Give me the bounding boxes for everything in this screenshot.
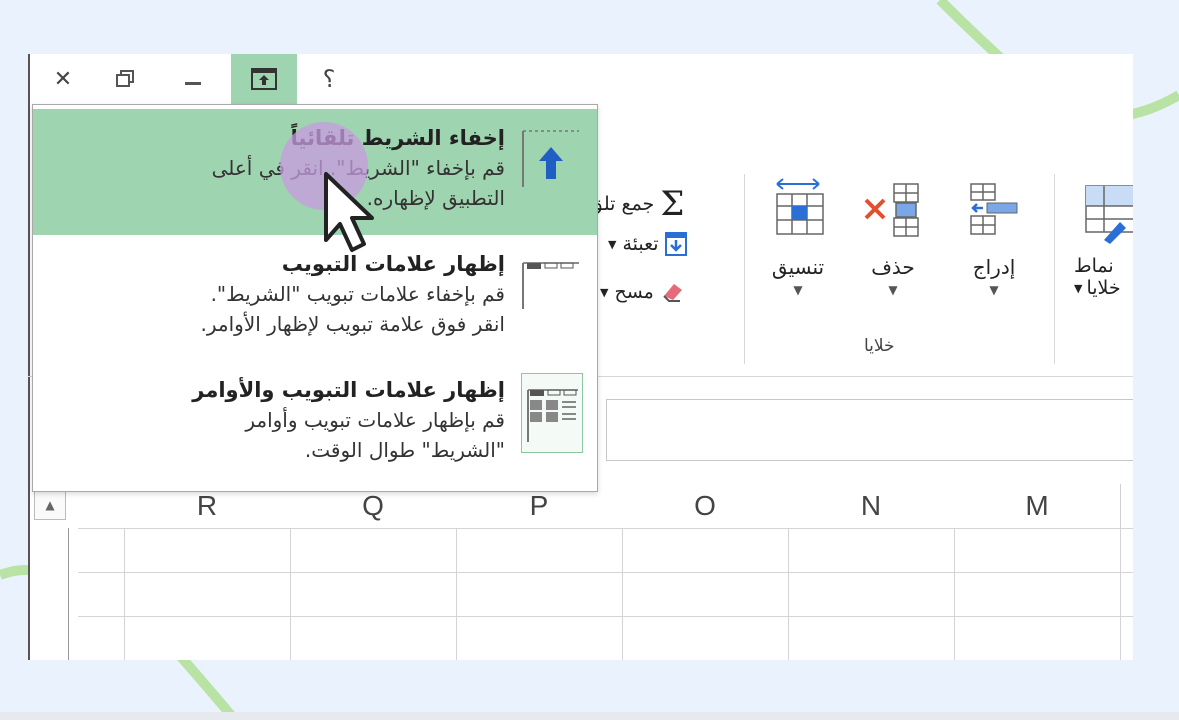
delete-cells-icon [864, 183, 919, 237]
menu-item-desc-line2: انقر فوق علامة تبويب لإظهار الأوامر. [200, 312, 506, 336]
cells-group-label: خلايا [864, 336, 895, 356]
grid-row-line [78, 616, 1133, 617]
fill-dropdown-icon: ▼ [608, 237, 617, 251]
sigma-icon: Σ [660, 184, 685, 224]
menu-item-text: إظهار علامات التبويب والأوامر قم بإظهار … [41, 375, 505, 465]
cell-styles-label-line1: نماط [1074, 255, 1114, 277]
help-icon: ؟ [322, 65, 336, 93]
menu-item-title: إظهار علامات التبويب [281, 252, 505, 276]
delete-dropdown-icon: ▼ [888, 283, 898, 297]
grid-row-line [78, 528, 1133, 529]
menu-item-desc-line1: قم بإخفاء "الشريط". انقر في أعلى [211, 156, 505, 180]
insert-cells-button[interactable]: إدراج ▼ [956, 178, 1032, 297]
format-label: تنسيق [771, 255, 825, 279]
format-cells-button[interactable]: تنسيق ▼ [756, 178, 840, 297]
format-cells-icon [776, 178, 824, 235]
title-bar: ✕ ؟ [28, 54, 1133, 104]
cell-styles-icon [1085, 185, 1133, 244]
grid-col-line [954, 528, 955, 660]
menu-item-text: إخفاء الشريط تلقائياً قم بإخفاء "الشريط"… [41, 123, 505, 213]
close-button[interactable]: ✕ [38, 54, 88, 104]
menu-item-title: إظهار علامات التبويب والأوامر [192, 378, 505, 402]
menu-item-desc-line1: قم بإخفاء علامات تبويب "الشريط". [210, 282, 505, 306]
column-header[interactable]: M [954, 484, 1121, 528]
grid-col-line [1120, 528, 1121, 660]
insert-dropdown-icon: ▼ [989, 283, 999, 297]
cell-styles-label-line2: خلايا [1086, 277, 1121, 299]
formula-bar[interactable] [606, 399, 1133, 461]
delete-label: حذف [871, 255, 915, 279]
restore-icon [116, 70, 134, 87]
scrollbar-track [68, 528, 69, 660]
column-header[interactable]: O [622, 484, 789, 528]
column-header[interactable]: N [788, 484, 955, 528]
minimize-button[interactable] [168, 54, 218, 104]
autosum-button[interactable]: Σ جمع تلق [588, 184, 684, 224]
mouse-cursor [276, 118, 386, 258]
row-header-border [124, 528, 125, 660]
clear-button[interactable]: مسح ▼ [600, 280, 686, 304]
group-separator [1054, 174, 1055, 364]
minimize-icon [185, 82, 201, 85]
bottom-strip [0, 712, 1179, 720]
scroll-up-button[interactable]: ▲ [34, 490, 66, 520]
fill-label: تعبئة [622, 233, 659, 255]
clear-label: مسح [614, 281, 654, 303]
format-dropdown-icon: ▼ [793, 283, 803, 297]
grid-col-line [788, 528, 789, 660]
fill-button[interactable]: تعبئة ▼ [608, 232, 687, 256]
insert-cells-icon [970, 183, 1018, 235]
menu-item-title: إخفاء الشريط تلقائياً [290, 126, 505, 150]
menu-item-text: إظهار علامات التبويب قم بإخفاء علامات تب… [41, 249, 506, 339]
ribbon-display-icon [251, 68, 277, 90]
eraser-icon [660, 280, 686, 304]
menu-item-desc-line2: التطبيق لإظهاره. [366, 186, 505, 210]
cell-styles-dropdown-icon: ▼ [1074, 281, 1083, 295]
insert-label: إدراج [972, 255, 1016, 279]
group-separator [744, 174, 745, 364]
close-icon: ✕ [53, 66, 73, 92]
delete-cells-button[interactable]: حذف ▼ [858, 178, 928, 297]
show-tabs-commands-icon [521, 373, 583, 453]
help-button[interactable]: ؟ [304, 54, 354, 104]
grid-row-line [78, 572, 1133, 573]
menu-item-show-tabs-and-commands[interactable]: إظهار علامات التبويب والأوامر قم بإظهار … [33, 365, 597, 485]
restore-button[interactable] [100, 54, 150, 104]
clear-dropdown-icon: ▼ [600, 285, 609, 299]
menu-item-desc-line1: قم بإظهار علامات تبويب وأوامر [245, 408, 505, 432]
cell-styles-button[interactable]: نماط ▼ خلايا [1074, 178, 1133, 299]
fill-down-icon [664, 232, 687, 256]
triangle-up-icon: ▲ [45, 498, 55, 512]
grid-col-line [290, 528, 291, 660]
show-tabs-icon [519, 249, 583, 321]
grid-col-line [622, 528, 623, 660]
auto-hide-icon [519, 127, 583, 199]
cell-styles-label-line2-row: ▼ خلايا [1074, 277, 1133, 299]
menu-item-desc-line2: "الشريط" طوال الوقت. [304, 438, 505, 462]
ribbon-display-options-button[interactable] [231, 54, 297, 104]
grid-col-line [456, 528, 457, 660]
